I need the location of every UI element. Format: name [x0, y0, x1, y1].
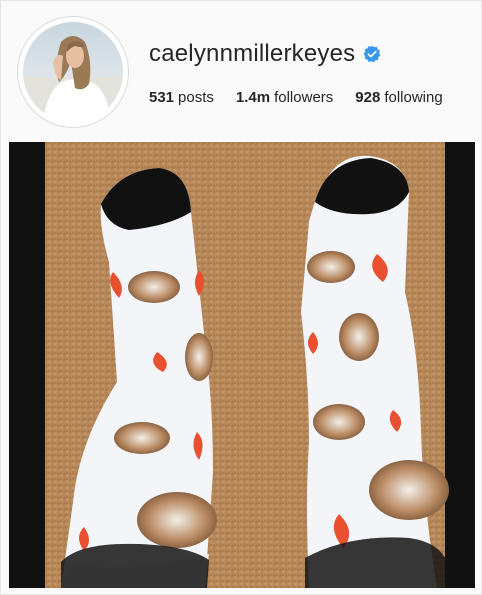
- verified-badge-icon: [363, 45, 381, 63]
- posts-stat[interactable]: 531 posts: [149, 89, 214, 106]
- followers-count: 1.4m: [235, 89, 271, 106]
- following-count: 928: [355, 89, 381, 106]
- avatar-image: [23, 22, 123, 122]
- post-image[interactable]: [9, 142, 475, 588]
- posts-label: posts: [178, 89, 214, 106]
- followers-label: followers: [274, 89, 334, 106]
- following-stat[interactable]: 928 following: [355, 89, 442, 106]
- profile-stats: 531 posts 1.4m followers 928 following: [149, 89, 443, 106]
- profile-avatar[interactable]: [17, 16, 129, 128]
- profile-card: caelynnmillerkeyes 531 posts 1.4m follower…: [0, 0, 482, 595]
- posts-count: 531: [149, 89, 175, 106]
- profile-header: caelynnmillerkeyes 531 posts 1.4m follower…: [1, 1, 481, 139]
- username-row: caelynnmillerkeyes: [149, 39, 381, 69]
- followers-stat[interactable]: 1.4m followers: [236, 89, 333, 106]
- following-label: following: [384, 89, 443, 106]
- username[interactable]: caelynnmillerkeyes: [149, 40, 355, 68]
